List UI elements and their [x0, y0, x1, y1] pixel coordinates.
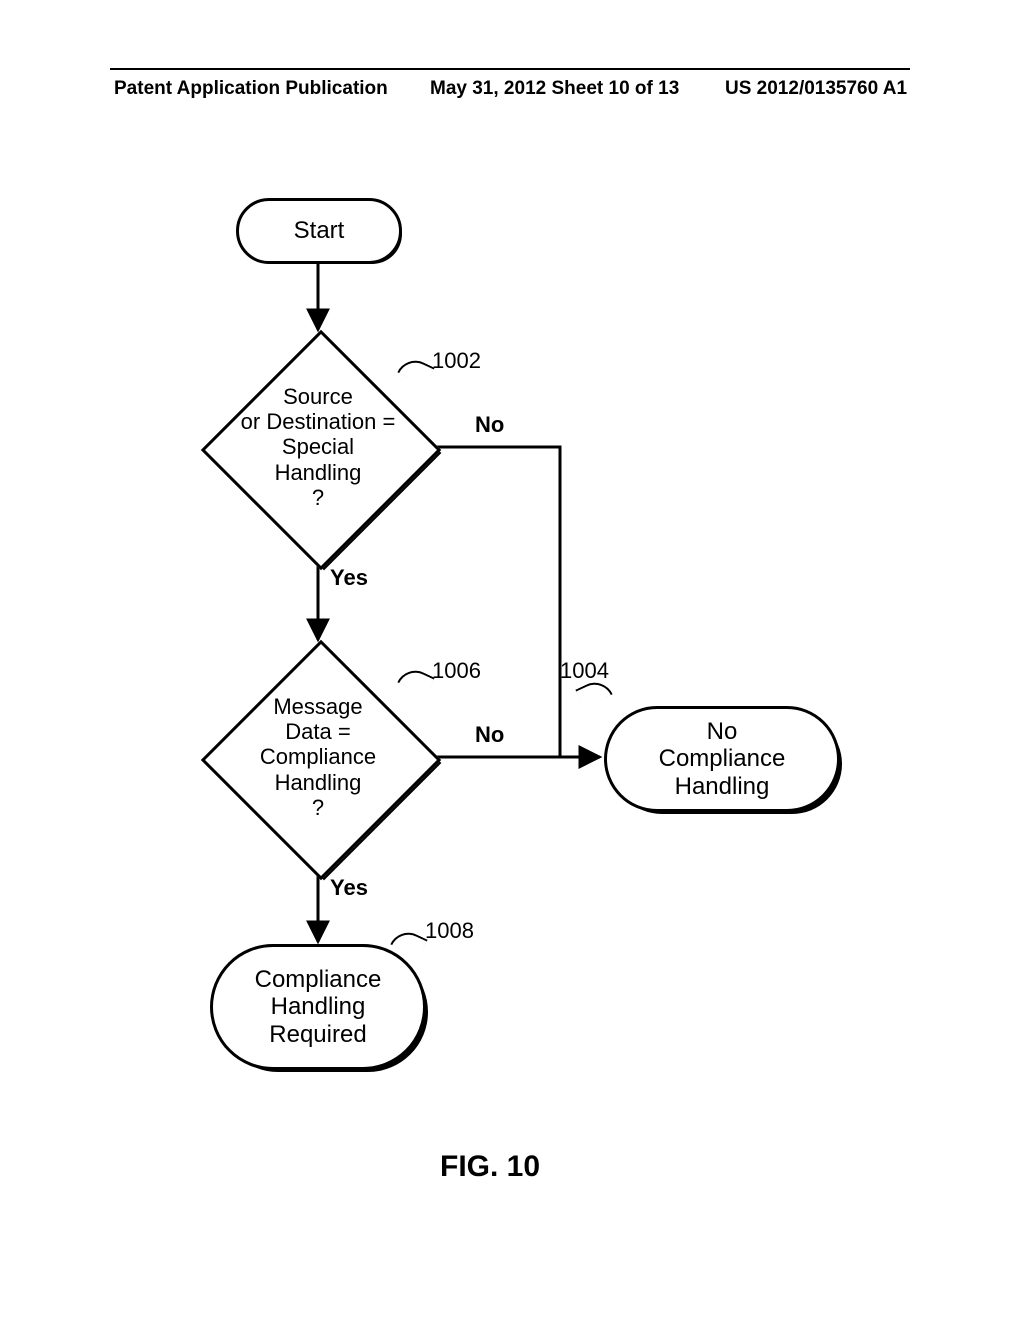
header-mid: May 31, 2012 Sheet 10 of 13 — [430, 78, 679, 100]
decision-message-data: Message Data = Compliance Handling ? — [203, 642, 433, 872]
decision-1-label: Source or Destination = Special Handling… — [241, 384, 396, 510]
header-rule — [110, 68, 910, 70]
page: Patent Application Publication May 31, 2… — [0, 0, 1024, 1320]
decision-source-destination: Source or Destination = Special Handling… — [203, 332, 433, 562]
no-compliance-node: No Compliance Handling — [604, 706, 840, 812]
start-label: Start — [294, 217, 345, 245]
edge-no-2: No — [475, 722, 504, 748]
decision-2-label: Message Data = Compliance Handling ? — [260, 694, 376, 820]
header-left: Patent Application Publication — [114, 78, 388, 100]
compliance-label: Compliance Handling Required — [255, 966, 382, 1049]
ref-1002: 1002 — [432, 348, 481, 374]
header-right: US 2012/0135760 A1 — [725, 78, 907, 100]
ref-1008: 1008 — [425, 918, 474, 944]
figure-caption: FIG. 10 — [440, 1150, 540, 1184]
ref-1006: 1006 — [432, 658, 481, 684]
edge-yes-2: Yes — [330, 875, 368, 901]
ref-1004: 1004 — [560, 658, 609, 684]
edge-yes-1: Yes — [330, 565, 368, 591]
arrowheads — [0, 0, 1024, 1320]
compliance-node: Compliance Handling Required — [210, 944, 426, 1070]
no-compliance-label: No Compliance Handling — [659, 718, 786, 801]
edge-no-1: No — [475, 412, 504, 438]
start-node: Start — [236, 198, 402, 264]
